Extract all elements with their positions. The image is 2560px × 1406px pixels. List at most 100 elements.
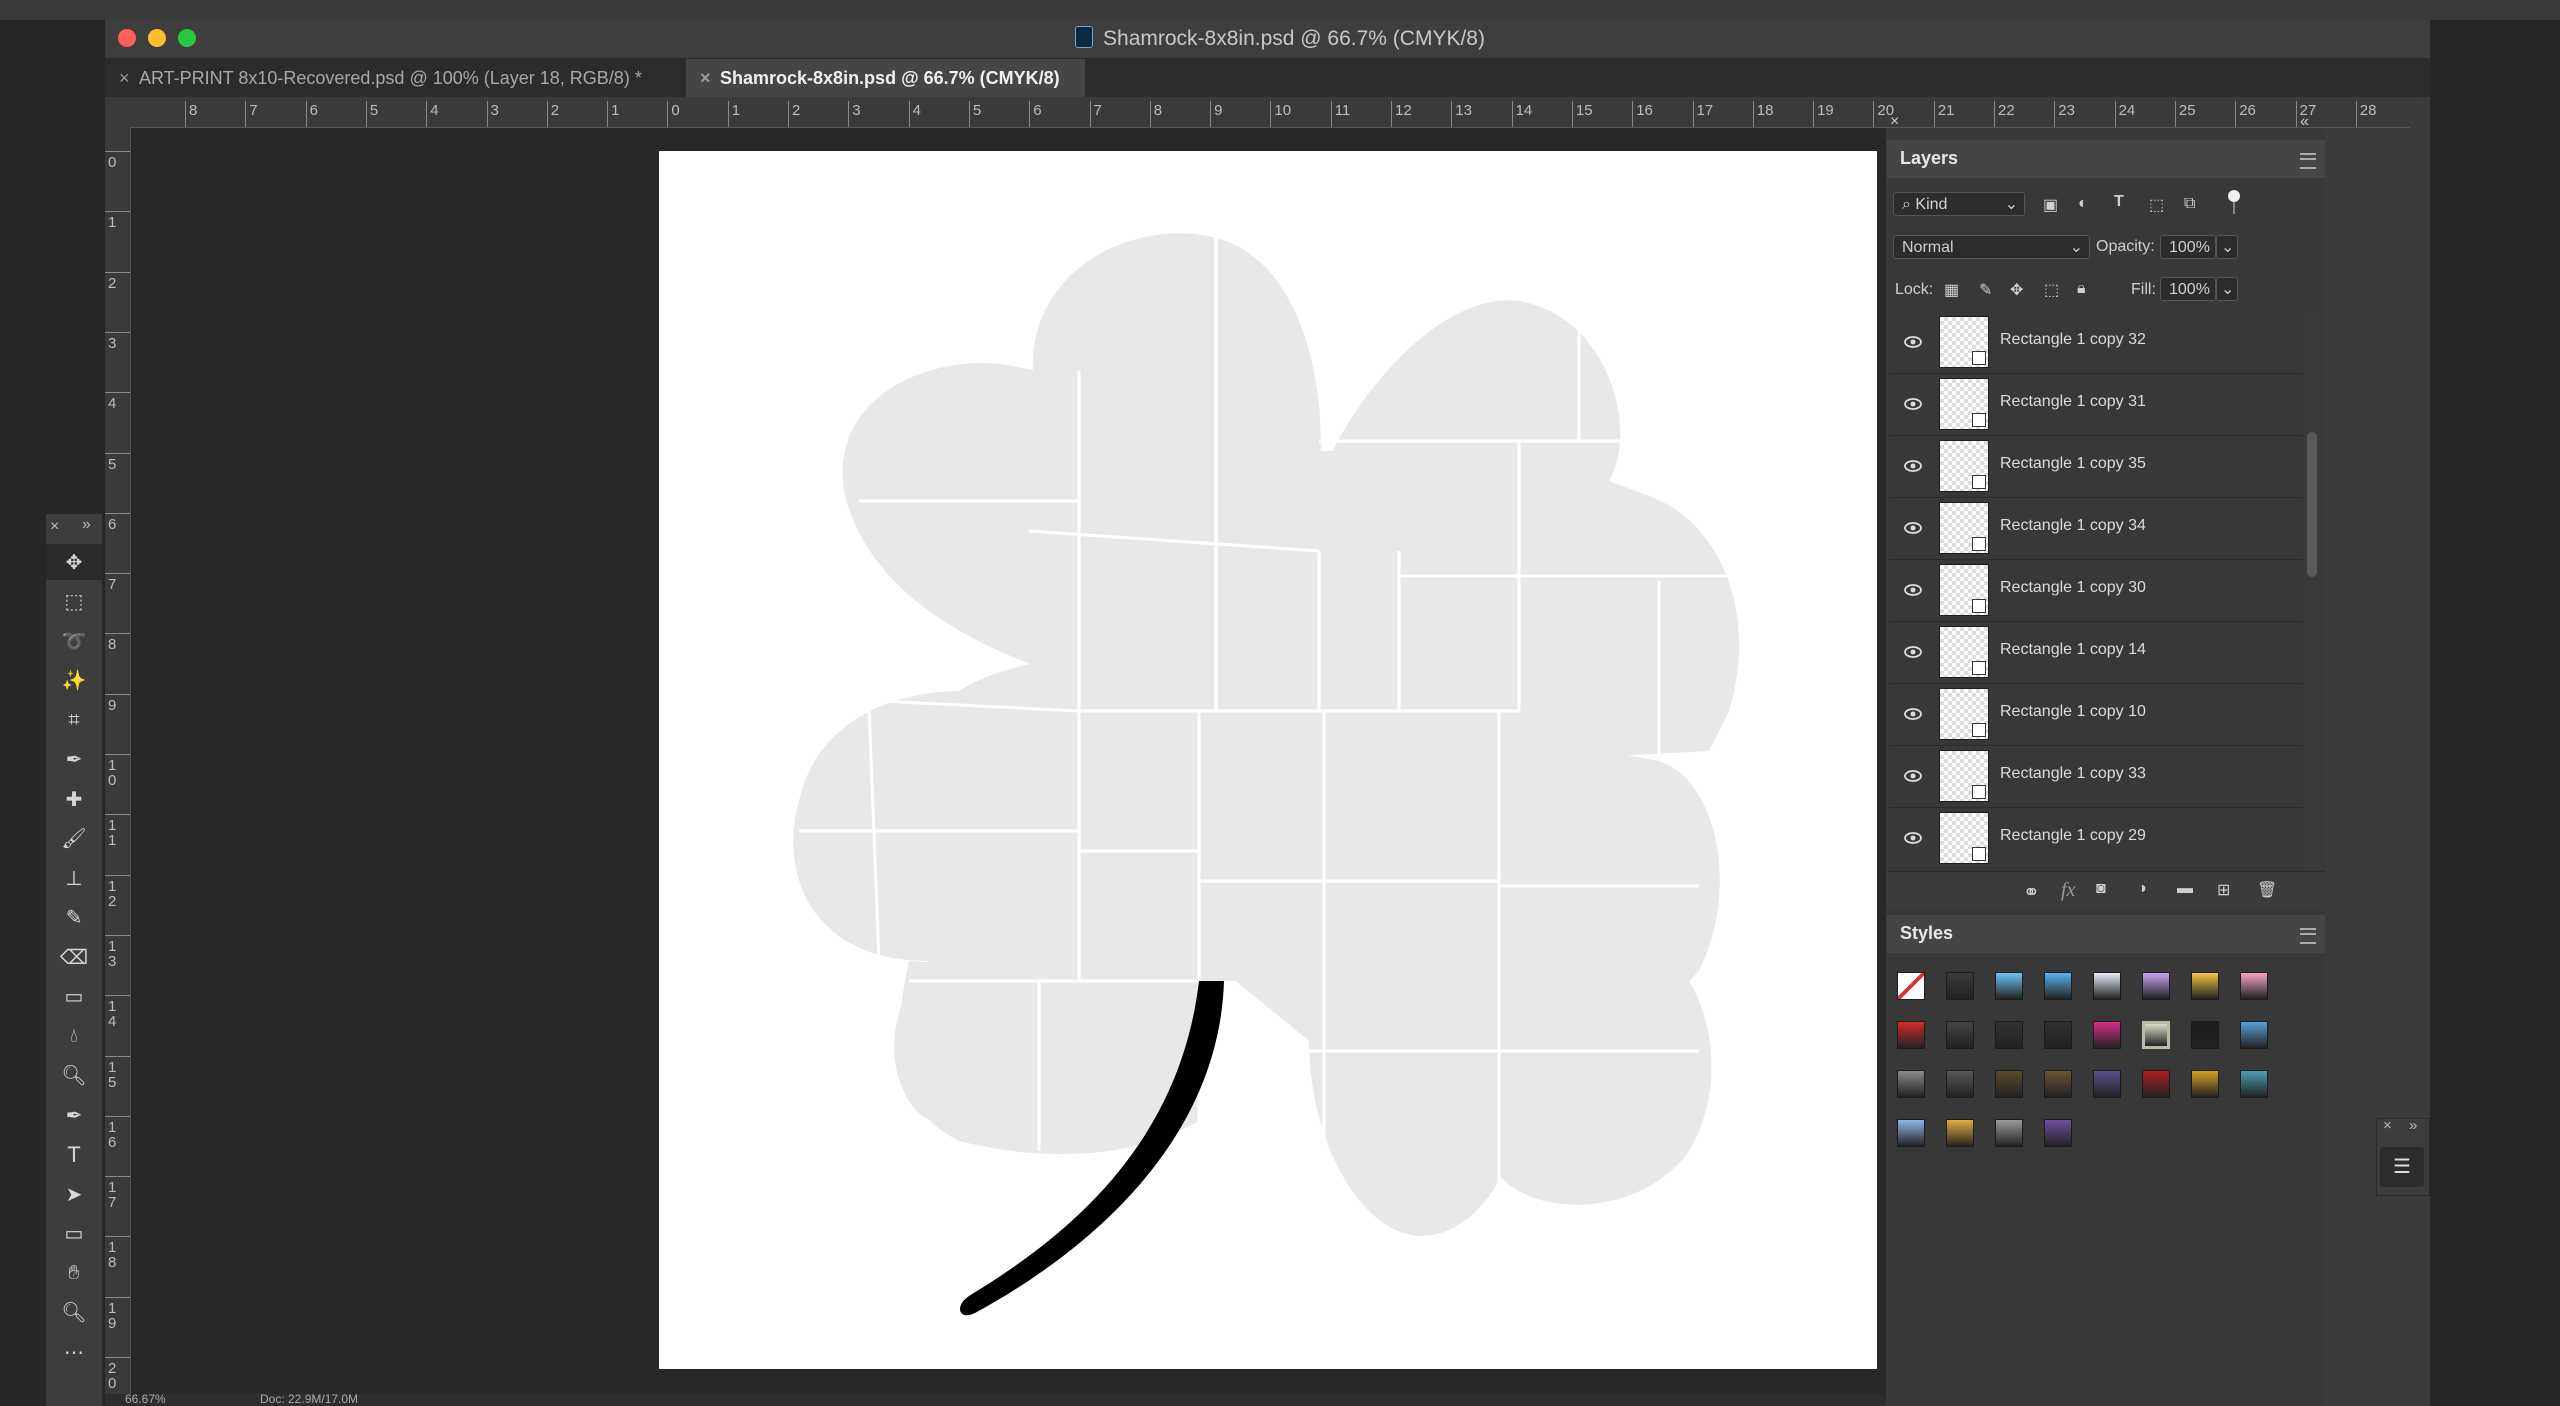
link-layers-icon[interactable]: ⚭ [2023, 880, 2040, 905]
magic-wand-tool-icon[interactable]: ✨ [46, 663, 102, 699]
style-swatch[interactable] [1946, 1070, 1974, 1098]
shape-filter-icon[interactable]: ⬚ [2149, 195, 2164, 215]
layer-row[interactable]: Rectangle 1 copy 29 [1890, 807, 2302, 867]
layer-row[interactable]: Rectangle 1 copy 33 [1890, 745, 2302, 808]
brush-tool-icon[interactable]: 🖌︎ [46, 821, 102, 857]
vertical-ruler[interactable]: 0 1 2 3 4 5 6 7 8 9 1 0 1 1 1 2 1 3 1 4 1 5 1 6 1 7 1 8 1 9… [105, 127, 131, 1402]
style-swatch[interactable] [1897, 1119, 1925, 1147]
new-group-folder-icon[interactable]: ▬ [2177, 880, 2193, 898]
style-swatch[interactable] [2044, 1119, 2072, 1147]
type-tool-icon[interactable]: T [46, 1137, 102, 1173]
history-brush-tool-icon[interactable]: ✎ [46, 900, 102, 936]
close-panel-icon[interactable]: × [50, 518, 59, 536]
layer-row[interactable]: Rectangle 1 copy 35 [1890, 435, 2302, 498]
style-swatch[interactable] [1897, 1021, 1925, 1049]
rectangle-tool-icon[interactable]: ▭ [46, 1216, 102, 1252]
add-mask-icon[interactable]: ◙ [2096, 880, 2106, 898]
hand-tool-icon[interactable]: ✋︎ [46, 1255, 102, 1291]
style-swatch[interactable] [2142, 1021, 2170, 1049]
layer-row[interactable]: Rectangle 1 copy 30 [1890, 559, 2302, 622]
layers-scrollbar[interactable] [2304, 311, 2320, 867]
style-swatch[interactable] [2240, 1021, 2268, 1049]
filter-toggle-icon[interactable] [2228, 190, 2240, 216]
type-filter-icon[interactable]: T [2114, 193, 2124, 211]
expand-panel-icon[interactable]: » [2409, 1117, 2417, 1134]
style-swatch[interactable] [2240, 972, 2268, 1000]
close-tab-icon[interactable]: × [119, 59, 139, 97]
style-swatch[interactable] [1995, 1070, 2023, 1098]
delete-layer-trash-icon[interactable]: 🗑︎ [2257, 880, 2277, 900]
lock-artboard-icon[interactable]: ⬚ [2044, 280, 2059, 300]
close-panel-icon[interactable]: × [2383, 1117, 2392, 1134]
lock-position-icon[interactable]: ✥ [2010, 280, 2023, 300]
healing-brush-tool-icon[interactable]: ✚ [46, 781, 102, 817]
lasso-tool-icon[interactable]: ➰ [46, 623, 102, 659]
style-swatch[interactable] [2044, 972, 2072, 1000]
visibility-eye-icon[interactable] [1903, 394, 1923, 414]
dodge-tool-icon[interactable]: 🔍︎ [46, 1058, 102, 1094]
crop-tool-icon[interactable]: ⌗ [46, 702, 102, 738]
adjustment-filter-icon[interactable]: ◐ [2078, 195, 2088, 213]
expand-panel-icon[interactable]: » [82, 516, 91, 534]
close-panel-icon[interactable]: × [1890, 113, 1899, 131]
style-swatch[interactable] [2093, 1021, 2121, 1049]
visibility-eye-icon[interactable] [1903, 766, 1923, 786]
zoom-level[interactable]: 66.67% [125, 1392, 166, 1406]
adjustment-layer-icon[interactable]: ◑ [2137, 880, 2147, 898]
style-swatch[interactable] [1995, 1021, 2023, 1049]
style-swatch[interactable] [1995, 1119, 2023, 1147]
visibility-eye-icon[interactable] [1903, 518, 1923, 538]
style-swatch[interactable] [2191, 972, 2219, 1000]
visibility-eye-icon[interactable] [1903, 704, 1923, 724]
tab-shamrock[interactable]: × Shamrock-8x8in.psd @ 66.7% (CMYK/8) [686, 59, 1085, 97]
visibility-eye-icon[interactable] [1903, 828, 1923, 848]
style-swatch[interactable] [2240, 1070, 2268, 1098]
blend-mode-select[interactable]: Normal ⌄ [1893, 235, 2090, 259]
close-tab-icon[interactable]: × [700, 59, 720, 97]
style-swatch[interactable] [2044, 1070, 2072, 1098]
layer-row[interactable]: Rectangle 1 copy 32 [1890, 311, 2302, 374]
style-swatch[interactable] [1995, 972, 2023, 1000]
style-swatch[interactable] [1946, 1119, 1974, 1147]
collapse-panel-icon[interactable]: « [2300, 113, 2309, 131]
zoom-tool-icon[interactable]: 🔍︎ [46, 1295, 102, 1331]
lock-transparent-pixels-icon[interactable]: ▦ [1944, 280, 1959, 300]
layers-scrollbar-thumb[interactable] [2307, 432, 2317, 577]
layer-row[interactable]: Rectangle 1 copy 34 [1890, 497, 2302, 560]
pixel-filter-icon[interactable]: ▣ [2043, 195, 2058, 215]
style-swatch[interactable] [1897, 1070, 1925, 1098]
layer-row[interactable]: Rectangle 1 copy 10 [1890, 683, 2302, 746]
panel-menu-icon[interactable] [2300, 153, 2316, 169]
visibility-eye-icon[interactable] [1903, 332, 1923, 352]
layer-filter-select[interactable]: ⌕ Kind ⌄ [1893, 192, 2025, 216]
style-swatch[interactable] [2044, 1021, 2072, 1049]
layer-row[interactable]: Rectangle 1 copy 14 [1890, 621, 2302, 684]
gradient-tool-icon[interactable]: ▭ [46, 979, 102, 1015]
fill-input[interactable]: 100% [2160, 277, 2216, 301]
visibility-eye-icon[interactable] [1903, 456, 1923, 476]
blur-tool-icon[interactable]: 💧︎ [46, 1018, 102, 1054]
layer-style-fx-icon[interactable]: fx [2061, 879, 2075, 902]
fill-dropdown-icon[interactable]: ⌄ [2216, 277, 2238, 301]
more-tools-icon[interactable]: ⋯ [46, 1334, 102, 1370]
layers-panel-title[interactable]: Layers [1900, 148, 1958, 169]
style-swatch[interactable] [2142, 972, 2170, 1000]
style-swatch[interactable] [2142, 1070, 2170, 1098]
path-selection-tool-icon[interactable]: ➤ [46, 1176, 102, 1212]
horizontal-ruler[interactable]: 8 7 6 5 4 3 2 1 0 1 2 3 4 5 6 7 8 9 10 11 12 13 14 15 16 17 18 19 20… [105, 97, 2410, 128]
new-layer-icon[interactable]: ⊞ [2217, 880, 2230, 900]
style-swatch[interactable] [2093, 972, 2121, 1000]
doc-size[interactable]: Doc: 22.9M/17.0M [260, 1392, 358, 1406]
smart-object-filter-icon[interactable]: ⧉ [2184, 195, 2195, 213]
styles-panel-title[interactable]: Styles [1900, 923, 1953, 944]
visibility-eye-icon[interactable] [1903, 642, 1923, 662]
properties-panel-icon[interactable]: ☰ [2380, 1147, 2424, 1187]
panel-menu-icon[interactable] [2300, 928, 2316, 944]
style-swatch[interactable] [1897, 972, 1925, 1000]
clone-stamp-tool-icon[interactable]: ⊥ [46, 860, 102, 896]
tab-art-print[interactable]: × ART-PRINT 8x10-Recovered.psd @ 100% (La… [105, 59, 669, 97]
layer-row[interactable]: Rectangle 1 copy 31 [1890, 373, 2302, 436]
marquee-tool-icon[interactable]: ⬚ [46, 584, 102, 620]
style-swatch[interactable] [1946, 972, 1974, 1000]
move-tool-icon[interactable]: ✥ [46, 544, 102, 580]
